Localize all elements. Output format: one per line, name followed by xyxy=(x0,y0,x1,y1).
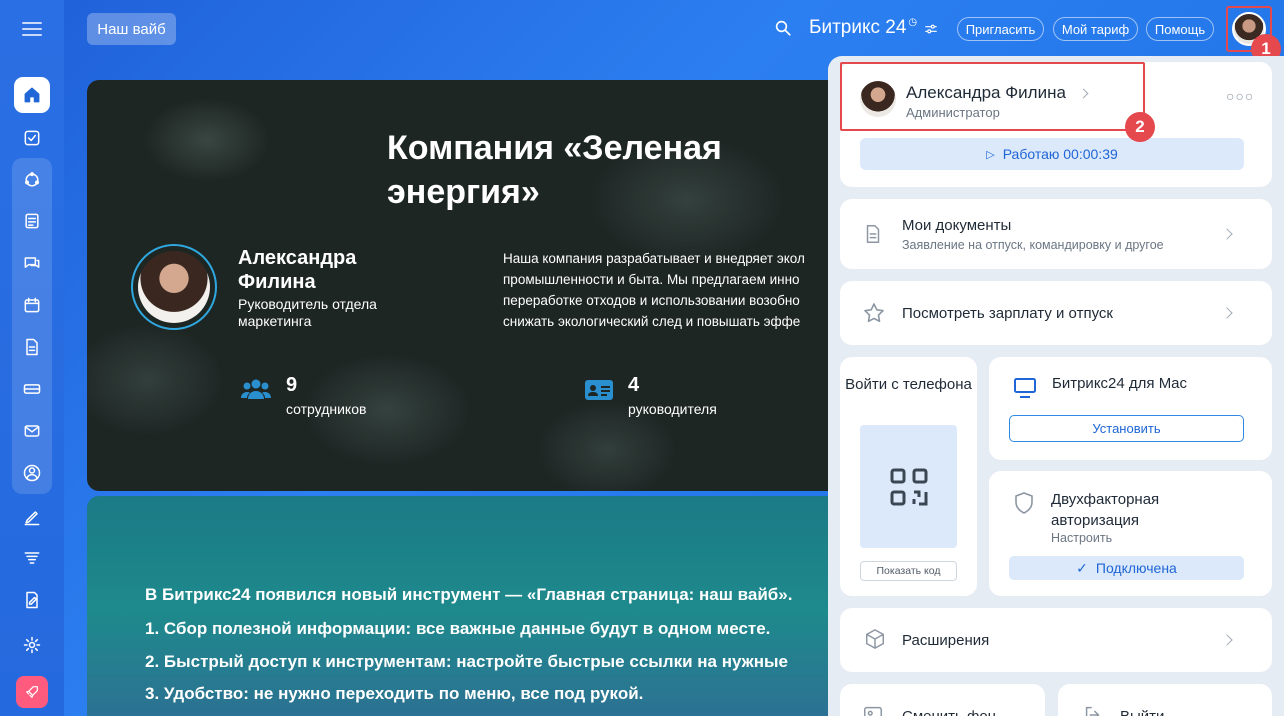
calendar-icon[interactable] xyxy=(14,287,50,323)
announcement-line: 3. Удобство: не нужно переходить по меню… xyxy=(145,684,644,703)
home-icon[interactable] xyxy=(14,77,50,113)
change-background-item[interactable]: Сменить фон xyxy=(840,684,1045,716)
brand-text: Битрикс 24 xyxy=(809,17,907,38)
person-role: Руководитель отдела маркетинга xyxy=(238,296,377,329)
rocket-icon[interactable] xyxy=(16,676,48,708)
clock-icon: ◷ xyxy=(908,17,918,28)
play-icon: ▷ xyxy=(986,148,995,161)
document-icon xyxy=(862,223,884,250)
mail-icon[interactable] xyxy=(14,413,50,449)
drive-icon[interactable] xyxy=(14,371,50,407)
shield-icon xyxy=(1013,491,1035,520)
configure-link[interactable]: Настроить xyxy=(1051,531,1112,545)
settings-icon[interactable] xyxy=(14,627,50,663)
phone-login-card: Войти с телефона Показать код xyxy=(840,357,977,596)
help-button[interactable]: Помощь xyxy=(1146,17,1214,41)
more-icon[interactable]: ○○○ xyxy=(1226,88,1254,104)
step-badge-2: 2 xyxy=(1125,112,1155,142)
chevron-right-icon xyxy=(1221,634,1233,646)
person-name[interactable]: Александра Филина xyxy=(238,246,398,294)
search-icon[interactable] xyxy=(774,19,792,42)
qr-code-icon[interactable] xyxy=(860,425,957,548)
profile-panel: Александра Филина Администратор ○○○ ▷ Ра… xyxy=(828,56,1284,716)
sites-icon[interactable] xyxy=(14,499,50,535)
connected-status[interactable]: ✓ Подключена xyxy=(1009,556,1244,580)
automation-icon[interactable] xyxy=(14,540,50,576)
left-sidebar xyxy=(0,0,64,716)
company-title: Компания «Зеленая энергия» xyxy=(387,129,722,211)
extensions-item[interactable]: Расширения xyxy=(840,608,1272,672)
profile-role: Администратор xyxy=(906,105,1000,120)
menu-icon[interactable] xyxy=(22,22,42,36)
feed-icon[interactable] xyxy=(14,203,50,239)
announcement-line: В Битрикс24 появился новый инструмент — … xyxy=(145,585,793,604)
show-code-button[interactable]: Показать код xyxy=(860,561,957,581)
our-vibe-button[interactable]: Наш вайб xyxy=(87,13,176,45)
company-hero-card: Компания «Зеленая энергия» Александра Фи… xyxy=(87,80,847,491)
star-icon xyxy=(862,301,886,330)
company-description: Наша компания разрабатывает и внедряет э… xyxy=(503,251,805,329)
documents-icon[interactable] xyxy=(14,329,50,365)
announcement-line: 2. Быстрый доступ к инструментам: настро… xyxy=(145,652,788,671)
monitor-icon xyxy=(1013,377,1037,404)
employees-stat[interactable]: 9 сотрудников xyxy=(286,374,366,417)
invite-button[interactable]: Пригласить xyxy=(957,17,1044,41)
image-icon xyxy=(862,704,884,716)
install-button[interactable]: Установить xyxy=(1009,415,1244,442)
logout-icon xyxy=(1082,704,1104,716)
brand-logo: Битрикс 24 ◷ xyxy=(809,17,917,39)
check-icon: ✓ xyxy=(1076,559,1088,576)
chat-icon[interactable] xyxy=(14,245,50,281)
my-plan-button[interactable]: Мой тариф xyxy=(1053,17,1138,41)
profile-name[interactable]: Александра Филина xyxy=(906,83,1066,103)
managers-stat-icon xyxy=(585,380,613,405)
two-factor-card: Двухфакторная авторизация Настроить ✓ Под… xyxy=(989,471,1272,596)
announcement-card: В Битрикс24 появился новый инструмент — … xyxy=(87,496,847,716)
managers-stat[interactable]: 4 руководителя xyxy=(628,374,717,417)
employees-stat-icon xyxy=(240,378,272,405)
salary-vacation-item[interactable]: Посмотреть зарплату и отпуск xyxy=(840,281,1272,345)
sliders-icon[interactable] xyxy=(924,22,938,41)
employees-icon[interactable] xyxy=(14,455,50,491)
work-timer-button[interactable]: ▷ Работаю 00:00:39 xyxy=(860,138,1244,170)
person-avatar[interactable] xyxy=(131,244,217,330)
logout-item[interactable]: Выйти xyxy=(1058,684,1272,716)
chevron-right-icon xyxy=(1221,307,1233,319)
box-icon xyxy=(864,628,886,655)
announcement-line: 1. Сбор полезной информации: все важные … xyxy=(145,619,771,638)
mac-app-card: Битрикс24 для Mac Установить xyxy=(989,357,1272,460)
my-documents-item[interactable]: Мои документы Заявление на отпуск, коман… xyxy=(840,199,1272,269)
crm-icon[interactable] xyxy=(14,162,50,198)
avatar[interactable] xyxy=(860,81,896,117)
tasks-icon[interactable] xyxy=(14,120,50,156)
chevron-right-icon xyxy=(1221,228,1233,240)
forms-icon[interactable] xyxy=(14,582,50,618)
profile-card: Александра Филина Администратор ○○○ ▷ Ра… xyxy=(840,62,1272,187)
